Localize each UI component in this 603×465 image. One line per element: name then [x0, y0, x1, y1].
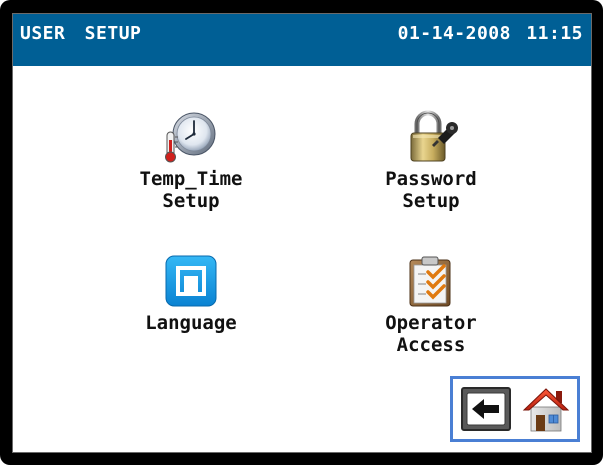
device-frame: USER SETUP 01-14-2008 11:15 Temp_Time Se… [0, 0, 603, 465]
date-time: 01-14-2008 11:15 [397, 23, 583, 44]
password-setup-button[interactable]: Password Setup [341, 110, 521, 212]
screen: USER SETUP 01-14-2008 11:15 Temp_Time Se… [12, 13, 592, 453]
home-icon [522, 388, 570, 432]
operator-access-button[interactable]: Operator Access [341, 254, 521, 356]
back-button[interactable] [461, 387, 511, 431]
padlock-key-icon [410, 110, 458, 162]
clipboard-checklist-icon [409, 256, 451, 307]
title-bar: USER SETUP 01-14-2008 11:15 [13, 14, 591, 66]
operator-access-label: Operator Access [385, 312, 477, 356]
home-button[interactable] [521, 385, 571, 433]
password-setup-label: Password Setup [385, 168, 477, 212]
language-label: Language [145, 312, 237, 334]
clock-thermometer-icon [165, 112, 216, 163]
temp-time-setup-label: Temp_Time Setup [139, 168, 243, 212]
back-arrow-icon [466, 392, 506, 426]
language-button[interactable]: Language [101, 254, 281, 334]
navigation-panel [450, 376, 580, 442]
page-title: USER SETUP [20, 23, 142, 44]
language-icon [165, 255, 217, 307]
temp-time-setup-button[interactable]: Temp_Time Setup [101, 110, 281, 212]
